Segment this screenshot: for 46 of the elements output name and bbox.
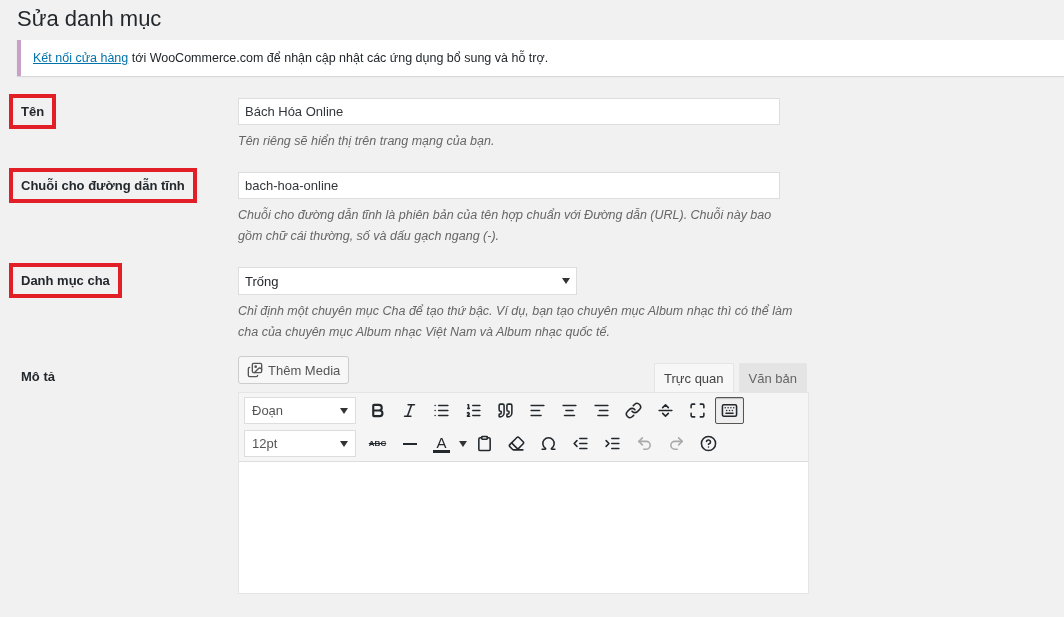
media-icon xyxy=(247,362,263,378)
add-media-button[interactable]: Thêm Media xyxy=(238,356,350,384)
help-text: Chuỗi cho đường dẫn tĩnh là phiên bản của tên hợp chuẩn với Đường dẫn (URL). Chuỗi này bao gồm chữ cái thường, số và dấu gạch ngang (-). xyxy=(238,206,773,245)
field-label: Tên xyxy=(9,94,57,129)
editor-area[interactable]: Đoạn 12pt ABC A xyxy=(238,392,809,594)
eraser-icon xyxy=(508,435,525,452)
editor-tab[interactable]: Trực quan xyxy=(654,363,734,392)
link-icon xyxy=(625,402,642,419)
align-center-icon xyxy=(561,402,578,419)
caret-icon[interactable] xyxy=(459,440,467,447)
align-right-icon xyxy=(593,402,610,419)
numbers-icon xyxy=(465,402,482,419)
fullscreen-icon xyxy=(689,402,706,419)
field-label: Chuỗi cho đường dẫn tĩnh xyxy=(9,168,197,203)
parent-select[interactable]: Trống xyxy=(238,267,577,295)
bullets-icon xyxy=(433,402,450,419)
redo-icon xyxy=(668,435,685,452)
undo-icon xyxy=(636,435,653,452)
bold-icon xyxy=(369,402,386,419)
help-icon xyxy=(700,435,717,452)
quote-icon xyxy=(497,402,514,419)
field-label: Mô tả xyxy=(20,368,56,386)
italic-icon xyxy=(401,402,418,419)
omega-icon xyxy=(540,435,557,452)
paste-icon xyxy=(476,435,493,452)
caret-icon xyxy=(340,407,348,414)
notice-text: tới WooCommerce.com để nhận cập nhật các ứng dụng bổ sung và hỗ trợ. xyxy=(130,51,549,65)
help-text: Tên riêng sẽ hiển thị trên trang mạng của bạn. xyxy=(238,133,496,150)
format-dropdown[interactable]: 12pt xyxy=(244,430,356,457)
editor-tab[interactable]: Văn bản xyxy=(738,363,807,392)
outdent-icon xyxy=(572,435,589,452)
indent-icon xyxy=(604,435,621,452)
text-color-button[interactable]: A xyxy=(427,430,456,457)
horizontal-line-icon xyxy=(402,442,417,445)
toolbar-toggle-button[interactable] xyxy=(715,397,744,424)
field-label: Danh mục cha xyxy=(9,263,122,298)
text-input[interactable]: bach-hoa-online xyxy=(238,172,780,199)
strikethrough-button[interactable]: ABC xyxy=(363,430,392,457)
caret-icon xyxy=(562,278,570,284)
caret-icon xyxy=(340,440,348,447)
page-title: Sửa danh mục xyxy=(17,6,163,32)
align-left-icon xyxy=(529,402,546,419)
format-dropdown[interactable]: Đoạn xyxy=(244,397,356,424)
help-text: Chỉ định một chuyên mục Cha để tạo thứ bậc. Ví dụ, bạn tạo chuyên mục Album nhạc thì có thể làm cha của chuyên mục Album nhạc Việt Nam và Album nhạc quốc tế. xyxy=(238,303,794,341)
text-input[interactable]: Bách Hóa Online xyxy=(238,98,780,125)
connect-store-link[interactable]: Kết nối cửa hàng xyxy=(33,51,129,65)
